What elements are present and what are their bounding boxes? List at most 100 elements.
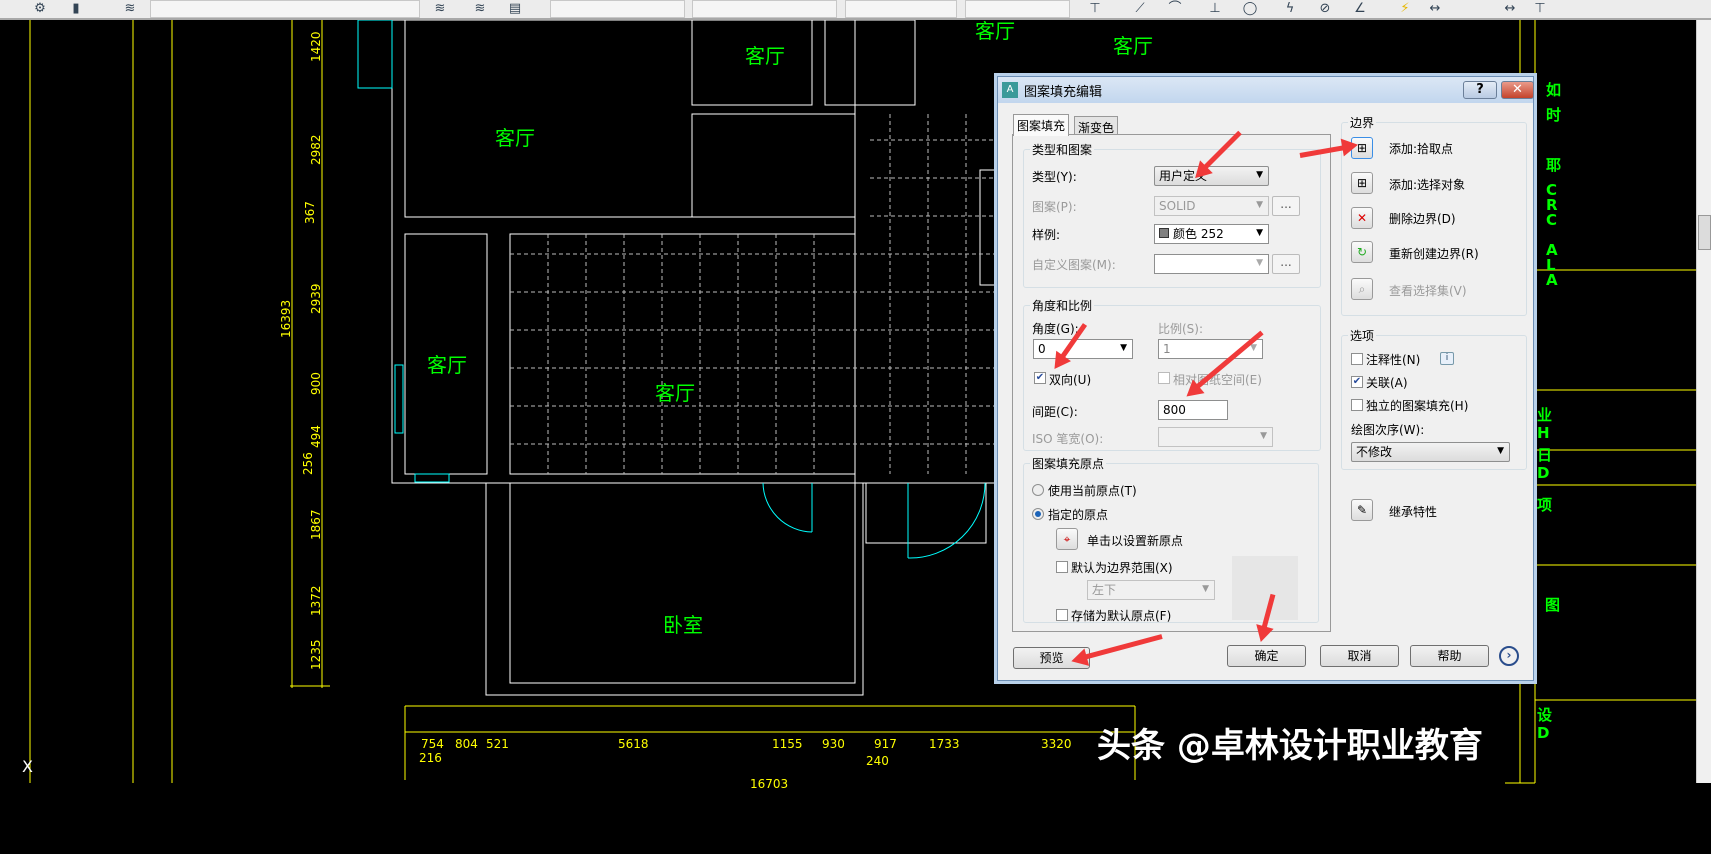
layer-properties-icon[interactable]: ▤ xyxy=(505,0,525,18)
dim-aligned-icon[interactable]: ⟋ xyxy=(1130,0,1150,18)
svg-text:如: 如 xyxy=(1546,81,1561,99)
dim-radius-icon[interactable]: ◯ xyxy=(1240,0,1260,18)
close-button[interactable]: ✕ xyxy=(1501,81,1534,99)
pattern-browse-button[interactable]: ... xyxy=(1272,196,1300,216)
lineweight-dropdown[interactable] xyxy=(845,0,957,18)
extent-dropdown[interactable]: 左下 ▼ xyxy=(1087,580,1215,600)
dialog-title: 图案填充编辑 xyxy=(1024,84,1103,100)
associative-checkbox[interactable]: ✔ xyxy=(1351,376,1363,388)
scrollbar-thumb[interactable] xyxy=(1698,215,1711,250)
store-default-checkbox[interactable] xyxy=(1056,609,1068,621)
hatch-grid xyxy=(510,114,996,474)
info-icon[interactable]: i xyxy=(1440,352,1454,365)
dim-label: 1372 xyxy=(309,585,323,616)
dim-angular-icon[interactable]: ∠ xyxy=(1350,0,1370,18)
svg-text:时: 时 xyxy=(1546,106,1561,124)
custom-browse-button[interactable]: ... xyxy=(1272,254,1300,274)
double-checkbox[interactable]: ✔ xyxy=(1034,372,1046,384)
dim-label: 1733 xyxy=(929,737,960,751)
draw-order-dropdown[interactable]: 不修改 ▼ xyxy=(1351,442,1510,462)
angle-scale-group: 角度和比例 角度(G): 0 ▼ 比例(S): 1 ▼ ✔ 双向(U) 相对图纸空间… xyxy=(1023,297,1321,451)
autocad-icon: A xyxy=(1002,82,1018,98)
view-selection-label[interactable]: 查看选择集(V) xyxy=(1389,282,1467,299)
pattern-label: 图案(P): xyxy=(1032,200,1077,214)
inherit-properties-icon[interactable]: ✎ xyxy=(1351,499,1373,521)
svg-text:耶: 耶 xyxy=(1546,156,1561,174)
dim-label: 2982 xyxy=(309,134,323,165)
specified-origin-radio[interactable] xyxy=(1032,508,1044,520)
remove-boundary-label[interactable]: 删除边界(D) xyxy=(1389,210,1456,227)
dim-space-icon[interactable]: ↔ xyxy=(1500,0,1520,18)
select-objects-label[interactable]: 添加:选择对象 xyxy=(1389,176,1465,193)
custom-pattern-dropdown[interactable]: ▼ xyxy=(1154,254,1269,274)
dim-baseline-icon[interactable]: ↔ xyxy=(1425,0,1445,18)
dim-arc-icon[interactable]: ⌒ xyxy=(1165,0,1185,18)
hatch-origin-group: 图案填充原点 使用当前原点(T) 指定的原点 ⌖ 单击以设置新原点 默认为边界范… xyxy=(1023,455,1319,623)
ok-button[interactable]: 确定 xyxy=(1227,645,1306,667)
default-extent-checkbox[interactable] xyxy=(1056,561,1068,573)
spacing-input[interactable]: 800 xyxy=(1158,400,1228,420)
type-dropdown[interactable]: 用户定义 ▼ xyxy=(1154,166,1269,186)
dim-jogged-icon[interactable]: ϟ xyxy=(1280,0,1300,18)
set-origin-label: 单击以设置新原点 xyxy=(1087,534,1184,548)
svg-text:业: 业 xyxy=(1537,406,1552,424)
cancel-button[interactable]: 取消 xyxy=(1320,645,1399,667)
recreate-boundary-icon[interactable]: ↻ xyxy=(1351,241,1373,263)
room-label: 客厅 xyxy=(745,44,785,68)
use-current-origin-radio[interactable] xyxy=(1032,484,1044,496)
hatch-edit-dialog: A 图案填充编辑 ? ✕ 图案填充 渐变色 类型和图案 类型(Y): 用户定义 ▼… xyxy=(997,76,1534,681)
annotative-checkbox[interactable] xyxy=(1351,353,1363,365)
watermark: 头条 @卓林设计职业教育 xyxy=(1097,726,1483,766)
vertical-scrollbar[interactable] xyxy=(1696,20,1711,783)
svg-text:D: D xyxy=(1537,464,1549,482)
quick-dim-icon[interactable]: ⚡ xyxy=(1395,0,1415,18)
default-extent-label: 默认为边界范围(X) xyxy=(1071,561,1173,575)
help-button[interactable]: 帮助 xyxy=(1410,645,1489,667)
more-options-button[interactable]: › xyxy=(1499,646,1519,666)
recreate-boundary-label[interactable]: 重新创建边界(R) xyxy=(1389,245,1479,262)
walls xyxy=(391,20,1000,696)
gear-icon[interactable]: ⚙ xyxy=(30,0,50,18)
inherit-properties-label[interactable]: 继承特性 xyxy=(1389,503,1437,520)
dim-diameter-icon[interactable]: ⊘ xyxy=(1315,0,1335,18)
angle-dropdown[interactable]: 0 ▼ xyxy=(1033,339,1133,359)
linetype-dropdown[interactable] xyxy=(692,0,837,18)
group-legend: 边界 xyxy=(1348,114,1377,131)
toolbar: ⚙ ▮ ≋ ≋ ≋ ▤ ⊤ ⟋ ⌒ ⊥ ◯ ϟ ⊘ ∠ ⚡ ↔ ↔ ⊤ xyxy=(0,0,1711,20)
tab-gradient[interactable]: 渐变色 xyxy=(1074,116,1119,136)
pattern-dropdown[interactable]: SOLID ▼ xyxy=(1154,196,1269,216)
annotative-label: 注释性(N) xyxy=(1366,353,1421,367)
swatch-label: 样例: xyxy=(1032,228,1061,242)
plotstyle-dropdown[interactable] xyxy=(965,0,1070,18)
magnifier-icon[interactable]: ⌕ xyxy=(1351,278,1373,300)
hatch-tab-panel: 类型和图案 类型(Y): 用户定义 ▼ 图案(P): SOLID ▼ ... 样例:… xyxy=(1012,134,1331,632)
layer-previous-icon[interactable]: ≋ xyxy=(430,0,450,18)
select-objects-icon[interactable]: ⊞ xyxy=(1351,172,1373,194)
pick-points-label[interactable]: 添加:拾取点 xyxy=(1389,140,1453,157)
relative-paper-checkbox[interactable] xyxy=(1158,372,1170,384)
svg-text:A: A xyxy=(1546,271,1558,289)
iso-pen-dropdown[interactable]: ▼ xyxy=(1158,427,1273,447)
layer-icon[interactable]: ▮ xyxy=(66,0,86,18)
tolerance-icon[interactable]: ⊤ xyxy=(1530,0,1550,18)
layer-dropdown[interactable] xyxy=(150,0,420,18)
draw-order-label: 绘图次序(W): xyxy=(1351,423,1425,437)
layers-icon[interactable]: ≋ xyxy=(120,0,140,18)
help-title-button[interactable]: ? xyxy=(1463,81,1497,99)
group-legend: 图案填充原点 xyxy=(1030,455,1107,472)
angle-label: 角度(G): xyxy=(1032,322,1079,336)
layer-states-icon[interactable]: ≋ xyxy=(470,0,490,18)
set-origin-button[interactable]: ⌖ xyxy=(1056,528,1078,550)
spacing-label: 间距(C): xyxy=(1032,405,1078,419)
tab-hatch[interactable]: 图案填充 xyxy=(1013,114,1070,136)
color-dropdown[interactable] xyxy=(550,0,685,18)
dialog-titlebar[interactable]: A 图案填充编辑 ? ✕ xyxy=(998,77,1534,103)
dim-label: 216 xyxy=(419,751,442,765)
dim-linear-icon[interactable]: ⊤ xyxy=(1085,0,1105,18)
independent-checkbox[interactable] xyxy=(1351,399,1363,411)
dim-ordinate-icon[interactable]: ⊥ xyxy=(1205,0,1225,18)
scale-label: 比例(S): xyxy=(1158,322,1204,336)
ucs-icon: X xyxy=(22,757,33,776)
remove-boundary-icon[interactable]: ✕ xyxy=(1351,207,1373,229)
swatch-dropdown[interactable]: 颜色 252 ▼ xyxy=(1154,224,1269,244)
